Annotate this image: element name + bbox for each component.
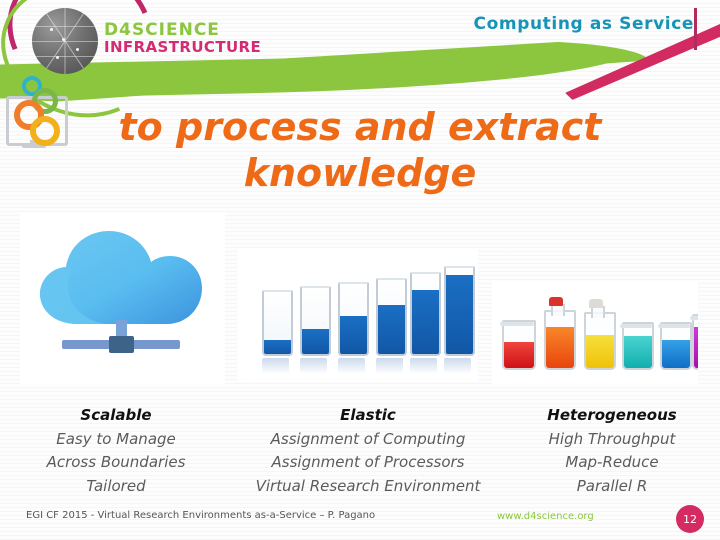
page-title-line-2: knowledge	[243, 151, 477, 196]
flasks-image	[492, 282, 698, 384]
brand-name: D4SCIENCE	[104, 20, 220, 40]
page-number-badge: 12	[676, 505, 704, 533]
globe-icon	[32, 8, 98, 74]
column-elastic: Elastic Assignment of Computing Assignme…	[232, 404, 504, 499]
glass-1	[262, 290, 293, 356]
flask-4-teal	[622, 322, 654, 370]
cloud-image	[20, 212, 225, 384]
flask-3-yellow	[584, 312, 616, 370]
page-title-line-1: to process and extract	[118, 105, 602, 149]
flask-6-magenta	[692, 314, 698, 370]
caption-columns: Scalable Easy to Manage Across Boundarie…	[0, 404, 720, 499]
column-scalable-line-1: Easy to Manage	[56, 429, 176, 448]
column-scalable: Scalable Easy to Manage Across Boundarie…	[0, 404, 232, 499]
column-scalable-heading: Scalable	[80, 406, 152, 424]
footer-website-link[interactable]: www.d4science.org	[497, 511, 594, 522]
glass-5	[410, 272, 441, 356]
column-heterogeneous-heading: Heterogeneous	[547, 406, 677, 424]
glasses-image	[238, 248, 478, 382]
column-heterogeneous-line-1: High Throughput	[548, 429, 676, 448]
glass-6	[444, 266, 475, 356]
column-scalable-line-3: Tailored	[86, 477, 146, 496]
flask-1-red	[502, 320, 536, 370]
gear-icon-yellow	[30, 116, 60, 146]
column-heterogeneous-line-3: Parallel R	[576, 477, 648, 496]
column-heterogeneous-line-2: Map-Reduce	[565, 453, 659, 472]
cloud-network-hub	[109, 336, 134, 353]
pink-vertical-rule	[694, 8, 697, 50]
flask-2-orange	[544, 310, 576, 370]
column-elastic-heading: Elastic	[340, 406, 396, 424]
flask-5-blue	[660, 322, 692, 370]
column-scalable-line-2: Across Boundaries	[46, 453, 186, 472]
brand-logo: D4SCIENCE INFRASTRUCTURE	[104, 22, 261, 55]
page-title: to process and extract knowledge	[110, 104, 610, 197]
column-elastic-line-3: Virtual Research Environment	[255, 477, 481, 496]
column-elastic-line-2: Assignment of Processors	[271, 453, 465, 472]
column-elastic-line-1: Assignment of Computing	[270, 429, 466, 448]
footer-citation: EGI CF 2015 - Virtual Research Environme…	[26, 510, 376, 521]
brand-subtitle: INFRASTRUCTURE	[104, 38, 262, 56]
slide: D4SCIENCE INFRASTRUCTURE Computing as Se…	[0, 0, 720, 540]
glass-4	[376, 278, 407, 356]
column-heterogeneous: Heterogeneous High Throughput Map-Reduce…	[504, 404, 720, 499]
glass-3	[338, 282, 369, 356]
glass-2	[300, 286, 331, 356]
header-title: Computing as Service	[473, 14, 694, 34]
